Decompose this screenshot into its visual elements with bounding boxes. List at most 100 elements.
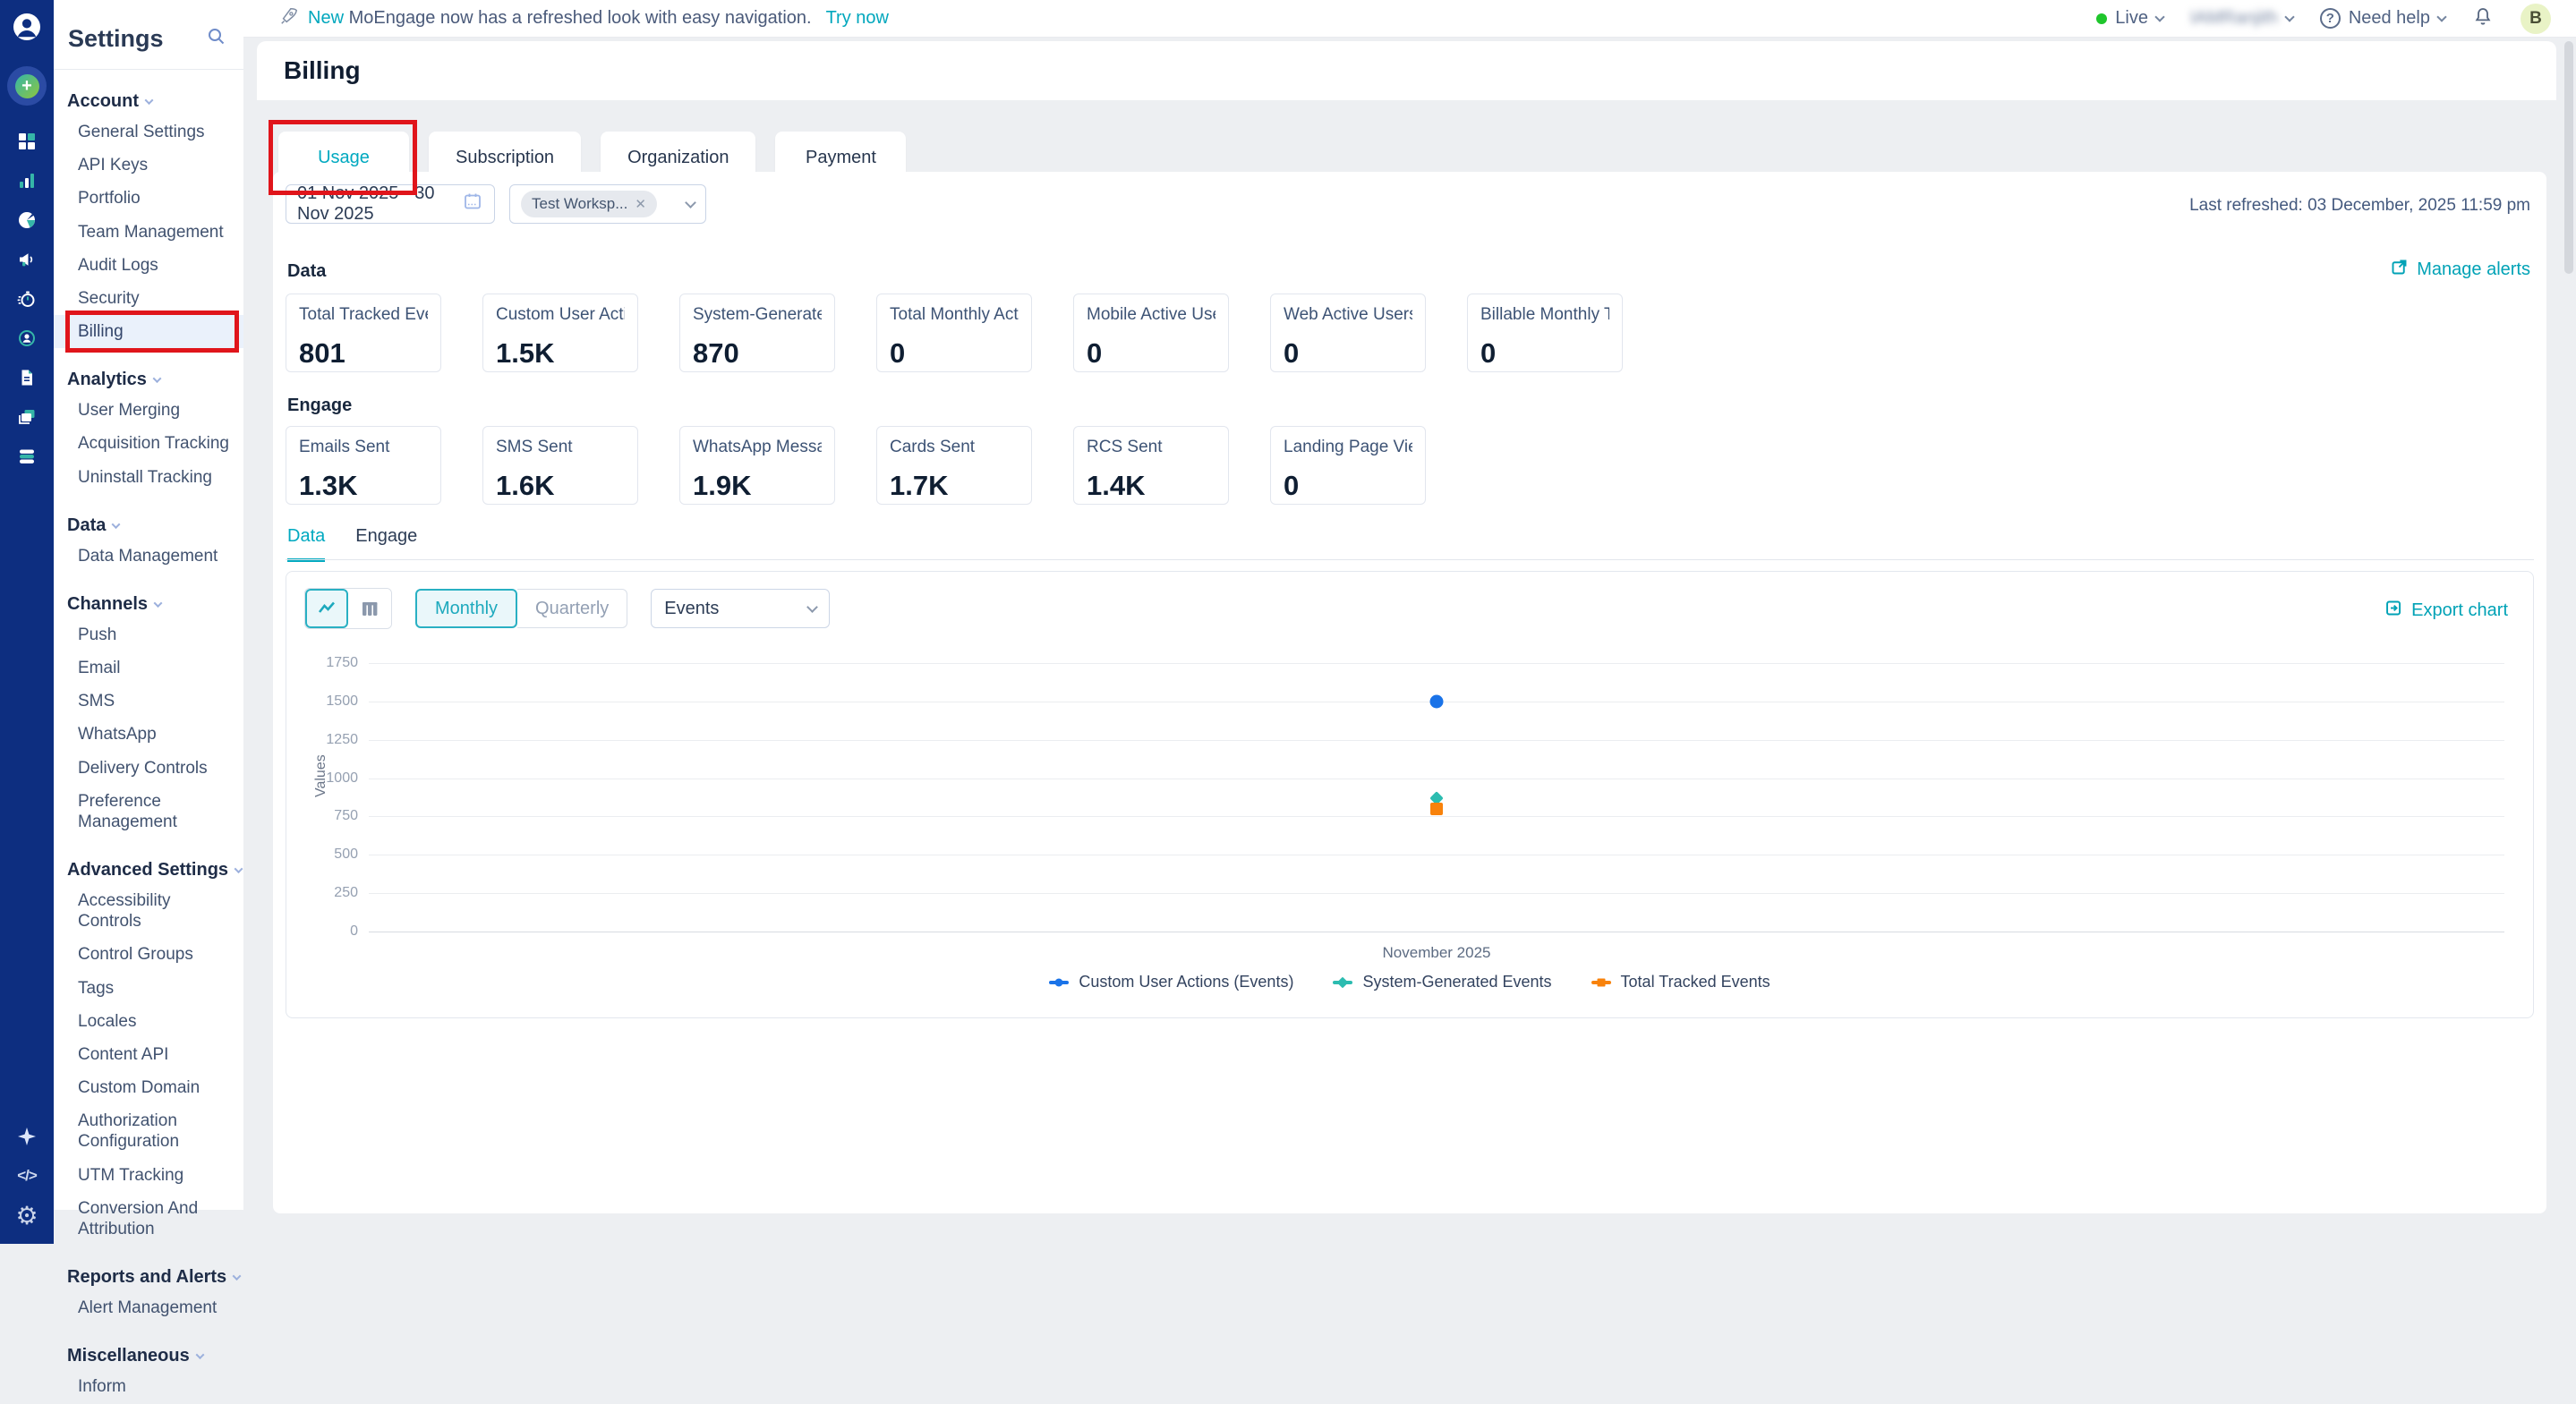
granularity-option[interactable]: Monthly (415, 589, 518, 628)
chart-section-tab[interactable]: Engage (355, 526, 417, 562)
create-icon[interactable]: + (6, 66, 47, 106)
top-bar: New MoEngage now has a refreshed look wi… (54, 0, 2576, 38)
sidebar-item[interactable]: Conversion And Attribution (54, 1192, 243, 1246)
templates-document-icon[interactable] (6, 358, 47, 397)
sidebar-item[interactable]: Inform (54, 1370, 243, 1403)
date-range-picker[interactable]: 01 Nov 2025 - 30 Nov 2025 (286, 183, 495, 224)
search-icon[interactable] (206, 26, 227, 52)
stat-card-label: Emails Sent (299, 438, 390, 456)
environment-selector[interactable]: Live (2096, 8, 2165, 29)
granularity-option[interactable]: Quarterly (517, 589, 628, 628)
sidebar-item[interactable]: Control Groups (54, 938, 243, 971)
legend-label: Total Tracked Events (1620, 973, 1770, 991)
sidebar-item[interactable]: UTM Tracking (54, 1159, 243, 1192)
moengage-logo-icon[interactable] (6, 7, 47, 47)
sidebar-item[interactable]: Email (54, 651, 243, 685)
data-point[interactable] (1429, 694, 1444, 709)
bar-chart-icon[interactable] (348, 589, 391, 628)
chevron-down-icon (2284, 11, 2295, 22)
sidebar-section-title[interactable]: Account (54, 91, 243, 115)
workspace-name: IAMRanjith (2190, 8, 2278, 28)
workspace-selector[interactable]: IAMRanjith (2190, 8, 2295, 29)
sidebar-item[interactable]: Accessibility Controls (54, 884, 243, 938)
chart-section-tab[interactable]: Data (287, 526, 326, 562)
sidebar-item[interactable]: Uninstall Tracking (54, 461, 243, 494)
dashboard-icon[interactable] (6, 122, 47, 161)
stat-card: Emails Sent 1.3K (286, 426, 441, 505)
legend-item[interactable]: Total Tracked Events (1591, 973, 1770, 991)
sidebar-item[interactable]: WhatsApp (54, 718, 243, 751)
segments-pie-icon[interactable] (6, 200, 47, 240)
environment-label: Live (2115, 8, 2148, 28)
sidebar-section-title[interactable]: Data (54, 515, 243, 540)
sidebar-item[interactable]: Team Management (54, 216, 243, 249)
workspace-filter-select[interactable]: Test Worksp... ✕ (509, 184, 706, 224)
developer-code-icon[interactable]: </> (6, 1156, 47, 1196)
sidebar-section: Data Data Management (54, 515, 243, 573)
sidebar-section-title[interactable]: Miscellaneous (54, 1346, 243, 1370)
sidebar-section-title[interactable]: Advanced Settings (54, 860, 243, 884)
ai-sparkle-icon[interactable] (6, 1117, 47, 1156)
sidebar-item[interactable]: Content API (54, 1038, 243, 1071)
sidebar-section-title[interactable]: Channels (54, 594, 243, 618)
divider (54, 69, 243, 70)
avatar[interactable]: B (2521, 3, 2551, 34)
sidebar-item[interactable]: Portfolio (54, 182, 243, 215)
notifications-bell-icon[interactable] (2472, 5, 2494, 32)
sidebar-item[interactable]: User Merging (54, 394, 243, 427)
sidebar-item[interactable]: Audit Logs (54, 249, 243, 282)
chevron-down-icon (144, 96, 154, 106)
chart-type-toggle (304, 588, 392, 629)
try-now-link[interactable]: Try now (826, 8, 889, 29)
chevron-down-icon (153, 599, 163, 608)
line-chart-icon[interactable] (305, 589, 348, 628)
page-title: Billing (284, 56, 361, 84)
data-point[interactable] (1430, 802, 1443, 815)
settings-sidebar: Settings Account General Settings API Ke… (54, 0, 243, 1396)
granularity-toggle: Monthly Quarterly (415, 589, 628, 628)
campaigns-megaphone-icon[interactable] (6, 240, 47, 279)
sidebar-item[interactable]: Preference Management (54, 785, 243, 838)
analytics-icon[interactable] (6, 161, 47, 200)
legend-label: System-Generated Events (1362, 973, 1552, 991)
stat-card-value: 1.7K (890, 470, 949, 501)
sidebar-item[interactable]: SMS (54, 685, 243, 718)
sidebar-item[interactable]: Alert Management (54, 1291, 243, 1324)
x-axis-label: November 2025 (1382, 944, 1491, 961)
journeys-stopwatch-icon[interactable] (6, 279, 47, 319)
legend-marker-icon (1333, 980, 1353, 984)
sidebar-section-title[interactable]: Reports and Alerts (54, 1267, 243, 1291)
sidebar-item[interactable]: Acquisition Tracking (54, 427, 243, 460)
stat-card-value: 0 (1284, 470, 1300, 501)
settings-gear-icon[interactable]: ⚙ (6, 1196, 47, 1235)
chip-remove-icon[interactable]: ✕ (635, 196, 646, 212)
sidebar-item[interactable]: Custom Domain (54, 1071, 243, 1104)
sidebar-item[interactable]: Data Management (54, 540, 243, 573)
sidebar-item[interactable]: General Settings (54, 115, 243, 149)
sidebar-item[interactable]: Billing (54, 311, 243, 353)
manage-alerts-link[interactable]: Manage alerts (2390, 258, 2530, 282)
sidebar-section-title[interactable]: Analytics (54, 370, 243, 394)
stat-card: RCS Sent 1.4K (1073, 426, 1229, 505)
export-chart-button[interactable]: Export chart (2384, 599, 2508, 623)
audience-target-icon[interactable] (6, 319, 47, 358)
sidebar-item[interactable]: API Keys (54, 149, 243, 182)
sidebar-item[interactable]: Delivery Controls (54, 752, 243, 785)
stat-card: Total Monthly Active... 0 (876, 294, 1032, 372)
sidebar-item[interactable]: Tags (54, 972, 243, 1005)
legend-item[interactable]: Custom User Actions (Events) (1049, 973, 1293, 991)
scrollbar-thumb[interactable] (2564, 41, 2573, 274)
grid-line (369, 816, 2504, 818)
sidebar-item[interactable]: Locales (54, 1005, 243, 1038)
sidebar-item[interactable]: Authorization Configuration (54, 1104, 243, 1158)
cards-layers-icon[interactable] (6, 397, 47, 437)
sidebar-section: Analytics User Merging Acquisition Track… (54, 370, 243, 494)
announcement-banner: New MoEngage now has a refreshed look wi… (279, 6, 889, 31)
need-help-menu[interactable]: ? Need help (2319, 8, 2447, 29)
data-database-icon[interactable] (6, 437, 47, 476)
legend-item[interactable]: System-Generated Events (1333, 973, 1552, 991)
metric-dropdown[interactable]: Events (651, 589, 831, 628)
page-scrollbar[interactable] (2564, 41, 2573, 1240)
sidebar-item[interactable]: Push (54, 618, 243, 651)
sidebar-item[interactable]: Security (54, 282, 243, 315)
